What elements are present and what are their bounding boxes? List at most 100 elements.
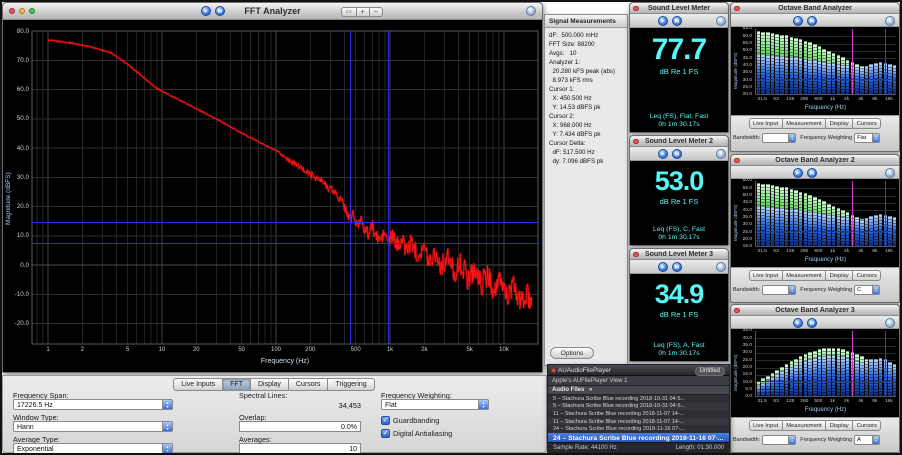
- start-button[interactable]: ▶: [658, 16, 668, 26]
- fft-trace: [48, 40, 532, 310]
- player-length: Length: 01:30.000: [676, 445, 724, 453]
- octave-cursor-hline[interactable]: [756, 79, 896, 80]
- player-titlebar[interactable]: AUAudioFilePlayer Untitled: [548, 365, 729, 376]
- start-button[interactable]: ▶: [793, 16, 803, 26]
- octave-tab-display[interactable]: Display: [825, 270, 853, 281]
- octave-bar-blue: [766, 380, 770, 396]
- octave-cursor-vline[interactable]: [852, 181, 853, 246]
- start-button[interactable]: ▶: [658, 262, 668, 272]
- octave-gridline: [756, 353, 896, 354]
- octave-titlebar[interactable]: Octave Band Analyzer 3: [731, 305, 899, 316]
- player-file-row[interactable]: 5 – Stachura Scribe Blue recording 2018-…: [548, 403, 729, 411]
- start-button[interactable]: ▶: [793, 318, 803, 328]
- spectral-lines-value: 34,453: [239, 399, 361, 410]
- octave-tab-cursors[interactable]: Cursors: [852, 118, 881, 129]
- settings-tab-cursors[interactable]: Cursors: [288, 378, 329, 391]
- options-button[interactable]: Options: [550, 347, 594, 359]
- zoom-box-button[interactable]: ▭: [341, 7, 357, 17]
- octave-tab-measurement[interactable]: Measurement: [782, 270, 826, 281]
- player-file-row[interactable]: 5 – Stachura Scribe Blue recording 2018-…: [548, 395, 729, 403]
- player-file-row[interactable]: 24 – Stachura Scribe Blue recording 2018…: [548, 425, 729, 433]
- frequency-weighting-popup[interactable]: Flat ▴▾: [381, 399, 489, 410]
- octave-cursor-2-vline[interactable]: [885, 181, 886, 246]
- octave-cursor-vline[interactable]: [852, 331, 853, 396]
- window-type-popup[interactable]: Hann ▴▾: [13, 421, 173, 432]
- pause-button[interactable]: ▮▮: [807, 168, 817, 178]
- octave-bar-blue: [775, 374, 779, 396]
- bandwidth-popup[interactable]: ▴▾: [762, 133, 796, 143]
- averages-field[interactable]: 10: [239, 443, 361, 454]
- fft-ytick-label: 0.0: [3, 262, 29, 269]
- octave-band-analyzer-window-1: Octave Band Analyzer▶▮▮iMagnitude (dBFS)…: [730, 2, 900, 152]
- octave-titlebar[interactable]: Octave Band Analyzer 2: [731, 155, 899, 166]
- octave-bar-blue: [879, 62, 883, 94]
- measurement-line: FFT Size: 88200: [545, 40, 627, 49]
- octave-ytick-label: 40.0: [731, 336, 752, 341]
- zoom-out-button[interactable]: −: [369, 7, 383, 17]
- average-type-popup[interactable]: Exponential ▴▾: [13, 443, 173, 454]
- player-file-row[interactable]: 11 – Stachura Scribe Blue recording 2018…: [548, 418, 729, 426]
- guardbanding-checkbox[interactable]: ✓ Guardbanding: [381, 415, 541, 426]
- player-list-header[interactable]: Audio Files »: [548, 386, 729, 395]
- zoom-in-button[interactable]: +: [356, 7, 370, 17]
- pause-button[interactable]: ▮▮: [672, 262, 682, 272]
- settings-tab-triggering[interactable]: Triggering: [327, 378, 374, 391]
- close-button[interactable]: [551, 368, 556, 373]
- meter-titlebar[interactable]: Sound Level Meter 2: [630, 136, 728, 147]
- stepper-arrows-icon[interactable]: ▴▾: [162, 400, 172, 409]
- settings-tab-display[interactable]: Display: [250, 378, 289, 391]
- octave-tab-cursors[interactable]: Cursors: [852, 420, 881, 431]
- info-button[interactable]: i: [885, 168, 895, 178]
- info-button[interactable]: i: [716, 149, 726, 159]
- octave-bar-blue: [837, 356, 841, 396]
- octave-bar-blue: [794, 57, 798, 94]
- frequency-weighting-popup[interactable]: Flat▴▾: [854, 133, 880, 143]
- octave-tab-live-input[interactable]: Live Input: [749, 118, 783, 129]
- octave-cursor-2-vline[interactable]: [885, 331, 886, 396]
- octave-tab-live-input[interactable]: Live Input: [749, 270, 783, 281]
- octave-cursor-hline[interactable]: [756, 381, 896, 382]
- digital-antialiasing-checkbox[interactable]: ✓ Digital Antialiasing: [381, 428, 541, 439]
- octave-tab-live-input[interactable]: Live Input: [749, 420, 783, 431]
- octave-tab-display[interactable]: Display: [825, 420, 853, 431]
- bandwidth-popup[interactable]: ▴▾: [762, 435, 796, 445]
- octave-tab-measurement[interactable]: Measurement: [782, 420, 826, 431]
- octave-cursor-hline[interactable]: [756, 231, 896, 232]
- octave-tab-measurement[interactable]: Measurement: [782, 118, 826, 129]
- measurement-line: 20.280 kFS peak (abs): [545, 67, 627, 76]
- pause-button[interactable]: ▮▮: [672, 149, 682, 159]
- info-button[interactable]: i: [716, 262, 726, 272]
- pause-button[interactable]: ▮▮: [807, 16, 817, 26]
- start-button[interactable]: ▶: [658, 149, 668, 159]
- octave-titlebar[interactable]: Octave Band Analyzer: [731, 3, 899, 14]
- octave-ytick-label: 5.0: [731, 387, 752, 392]
- octave-cursor-vline[interactable]: [852, 29, 853, 94]
- frequency-weighting-popup[interactable]: A▴▾: [854, 435, 880, 445]
- info-button[interactable]: i: [885, 16, 895, 26]
- pause-button[interactable]: ▮▮: [672, 16, 682, 26]
- frequency-weighting-popup[interactable]: C▴▾: [854, 285, 880, 295]
- info-button[interactable]: i: [716, 16, 726, 26]
- info-button[interactable]: i: [526, 6, 536, 16]
- octave-tab-display[interactable]: Display: [825, 118, 853, 129]
- settings-column-right: Frequency Weighting: Flat ▴▾ ✓ Guardband…: [381, 391, 541, 439]
- popup-arrows-icon: ▴▾: [162, 422, 172, 431]
- meter-titlebar[interactable]: Sound Level Meter: [630, 3, 728, 14]
- frequency-span-stepper[interactable]: 17226.5 Hz ▴▾: [13, 399, 173, 410]
- meter-titlebar[interactable]: Sound Level Meter 3: [630, 249, 728, 260]
- octave-tab-cursors[interactable]: Cursors: [852, 270, 881, 281]
- octave-bar-blue: [799, 210, 803, 246]
- octave-ytick-label: 20.0: [731, 237, 752, 242]
- octave-cursor-2-vline[interactable]: [885, 29, 886, 94]
- overlap-field[interactable]: 0.0%: [239, 421, 361, 432]
- fft-titlebar[interactable]: ▶ ▮▮ FFT Analyzer ▭ + − i: [3, 3, 542, 20]
- settings-tab-fft[interactable]: FFT: [222, 378, 251, 391]
- octave-bar-blue: [822, 356, 826, 396]
- popup-arrows-icon: ▴▾: [162, 444, 172, 453]
- player-file-row[interactable]: 11 – Stachura Scribe Blue recording 2018…: [548, 410, 729, 418]
- settings-tab-live-inputs[interactable]: Live Inputs: [173, 378, 223, 391]
- pause-button[interactable]: ▮▮: [807, 318, 817, 328]
- start-button[interactable]: ▶: [793, 168, 803, 178]
- info-button[interactable]: i: [885, 318, 895, 328]
- bandwidth-popup[interactable]: ▴▾: [762, 285, 796, 295]
